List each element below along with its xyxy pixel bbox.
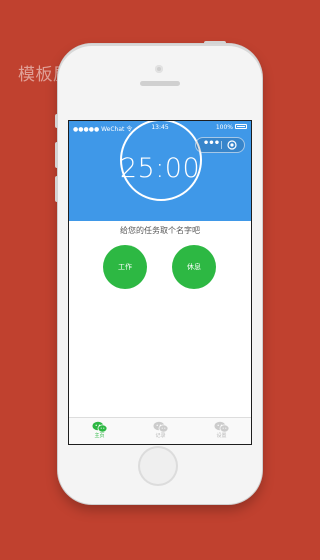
more-menu-icon[interactable]: ••• bbox=[202, 139, 220, 151]
task-name-prompt[interactable]: 给您的任务取个名字吧 bbox=[69, 225, 251, 236]
phone-frame: ●●●●● WeChat 令 13:45 100% 25:00 ••• 给您的任… bbox=[55, 41, 262, 504]
tab-bar: 主页 记录 设置 bbox=[69, 417, 251, 444]
timer-display: 25:00 bbox=[119, 153, 201, 184]
power-button bbox=[204, 41, 226, 44]
work-button[interactable]: 工作 bbox=[103, 245, 147, 289]
home-button[interactable] bbox=[138, 446, 178, 486]
tab-stats-label: 记录 bbox=[155, 433, 166, 439]
earpiece-speaker bbox=[140, 81, 180, 86]
capsule-divider bbox=[221, 141, 222, 149]
wechat-icon bbox=[92, 421, 107, 433]
rest-button[interactable]: 休息 bbox=[172, 245, 216, 289]
volume-up-button bbox=[55, 142, 58, 168]
tab-stats[interactable]: 记录 bbox=[130, 419, 191, 443]
tab-settings-label: 设置 bbox=[216, 433, 227, 439]
tab-home-label: 主页 bbox=[94, 433, 105, 439]
status-battery: 100% bbox=[216, 124, 247, 131]
battery-icon bbox=[235, 124, 247, 129]
mute-switch bbox=[55, 114, 58, 128]
volume-down-button bbox=[55, 176, 58, 202]
timer-header: ●●●●● WeChat 令 13:45 100% 25:00 ••• bbox=[69, 121, 251, 221]
app-screen: ●●●●● WeChat 令 13:45 100% 25:00 ••• 给您的任… bbox=[68, 120, 252, 445]
close-circle-icon[interactable] bbox=[227, 140, 237, 150]
wechat-icon bbox=[214, 421, 229, 433]
tab-home[interactable]: 主页 bbox=[69, 419, 130, 443]
miniprogram-capsule: ••• bbox=[195, 137, 245, 153]
front-camera bbox=[155, 65, 163, 73]
tab-settings[interactable]: 设置 bbox=[191, 419, 251, 443]
wechat-icon bbox=[153, 421, 168, 433]
